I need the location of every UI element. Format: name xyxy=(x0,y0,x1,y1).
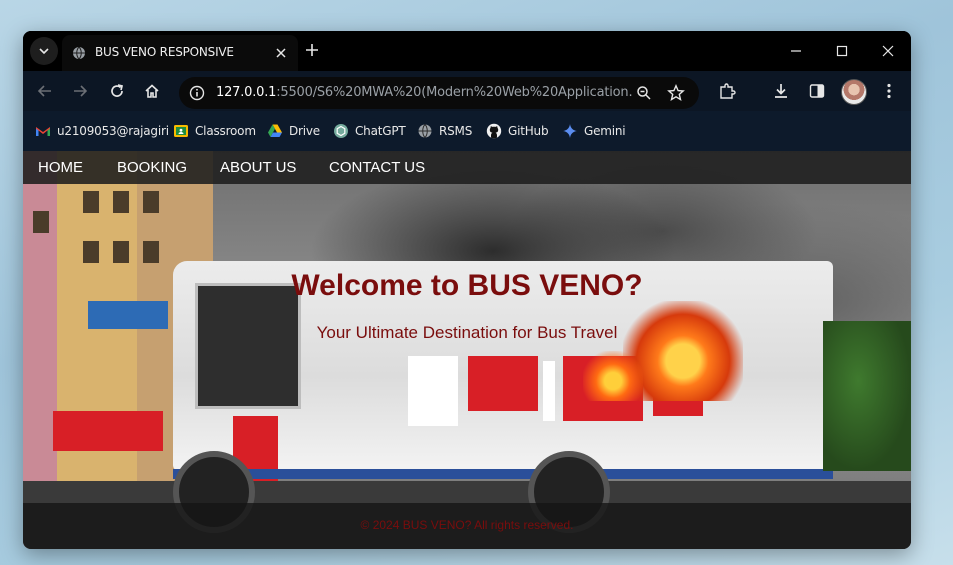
ad-panel xyxy=(53,411,163,451)
chevron-down-icon xyxy=(39,48,49,55)
puzzle-icon xyxy=(720,83,736,99)
info-icon[interactable] xyxy=(189,85,205,101)
extensions-button[interactable] xyxy=(717,81,737,101)
main-navigation: HOME BOOKING ABOUT US CONTACT US xyxy=(23,151,911,184)
bookmark-label: ChatGPT xyxy=(355,124,406,138)
home-icon xyxy=(145,84,159,98)
url-text[interactable]: 127.0.0.1:5500/S6%20MWA%20(Modern%20Web%… xyxy=(216,85,632,100)
nav-contact-us-link[interactable]: CONTACT US xyxy=(329,159,425,176)
bookmark-label: Drive xyxy=(289,124,320,138)
forward-button[interactable] xyxy=(70,81,90,101)
ad-panel xyxy=(468,356,538,411)
downloads-button[interactable] xyxy=(771,81,791,101)
menu-button[interactable] xyxy=(879,81,899,101)
web-page: HOME BOOKING ABOUT US CONTACT US Welcome… xyxy=(23,151,911,549)
close-icon xyxy=(882,45,894,57)
nav-home-link[interactable]: HOME xyxy=(38,159,83,176)
globe-icon xyxy=(418,124,432,138)
browser-toolbar: 127.0.0.1:5500/S6%20MWA%20(Modern%20Web%… xyxy=(23,71,911,111)
bookmark-gemini[interactable]: Gemini xyxy=(562,123,626,139)
page-footer: © 2024 BUS VENO? All rights reserved. xyxy=(23,503,911,549)
bookmark-label: GitHub xyxy=(508,124,549,138)
more-vertical-icon xyxy=(887,83,891,99)
arrow-left-icon xyxy=(37,85,51,97)
drive-icon xyxy=(268,124,282,137)
tree-graphic xyxy=(823,321,911,471)
home-button[interactable] xyxy=(142,81,162,101)
new-tab-icon[interactable] xyxy=(305,43,319,57)
chatgpt-icon xyxy=(334,124,348,138)
browser-window: BUS VENO RESPONSIVE 127.0.0.1:5500/S6%20… xyxy=(23,31,911,549)
hero-background-image xyxy=(23,151,911,549)
globe-icon xyxy=(73,46,85,60)
download-icon xyxy=(775,84,787,98)
ad-panel xyxy=(543,361,555,421)
nav-about-us-link[interactable]: ABOUT US xyxy=(220,159,296,176)
nav-booking-link[interactable]: BOOKING xyxy=(117,159,187,176)
footer-copyright: © 2024 BUS VENO? All rights reserved. xyxy=(360,518,574,532)
ad-panel xyxy=(408,356,458,426)
back-button[interactable] xyxy=(35,81,55,101)
bookmark-star-icon[interactable] xyxy=(667,84,685,102)
reload-icon xyxy=(111,84,124,97)
bookmark-rsms[interactable]: RSMS xyxy=(417,123,472,139)
bookmark-label: Gemini xyxy=(584,124,626,138)
classroom-icon xyxy=(174,125,188,137)
browser-tab[interactable]: BUS VENO RESPONSIVE xyxy=(62,35,298,71)
url-host: 127.0.0.1 xyxy=(216,85,277,100)
bookmarks-bar: u2109053@rajagiri Classroom Drive ChatGP… xyxy=(23,111,911,151)
arrow-right-icon xyxy=(74,85,88,97)
tab-strip: BUS VENO RESPONSIVE xyxy=(23,31,911,71)
bookmark-label: u2109053@rajagiri xyxy=(57,124,169,138)
fire-graphic xyxy=(583,351,643,401)
bookmark-chatgpt[interactable]: ChatGPT xyxy=(333,123,406,139)
side-panel-icon xyxy=(809,84,825,98)
hero-title: Welcome to BUS VENO? xyxy=(291,269,643,302)
maximize-button[interactable] xyxy=(819,31,865,71)
maximize-icon xyxy=(836,45,848,57)
gemini-icon xyxy=(563,124,577,138)
bookmark-classroom[interactable]: Classroom xyxy=(173,123,256,139)
close-icon[interactable] xyxy=(274,46,288,60)
minimize-icon xyxy=(791,50,801,52)
bookmark-gmail[interactable]: u2109053@rajagiri xyxy=(35,123,169,139)
bookmark-label: Classroom xyxy=(195,124,256,138)
zoom-icon[interactable] xyxy=(636,85,652,101)
profile-avatar[interactable] xyxy=(841,79,867,105)
bookmark-label: RSMS xyxy=(439,124,473,138)
reload-button[interactable] xyxy=(107,81,127,101)
tab-title: BUS VENO RESPONSIVE xyxy=(95,45,234,59)
bookmark-github[interactable]: GitHub xyxy=(486,123,549,139)
tab-search-button[interactable] xyxy=(30,37,58,65)
side-panel-button[interactable] xyxy=(807,81,827,101)
minimize-button[interactable] xyxy=(773,31,819,71)
bus-stripe-graphic xyxy=(173,469,833,479)
url-path: :5500/S6%20MWA%20(Modern%20Web%20Applica… xyxy=(276,85,632,100)
github-icon xyxy=(486,123,502,139)
gmail-icon xyxy=(36,127,50,136)
close-window-button[interactable] xyxy=(865,31,911,71)
bookmark-drive[interactable]: Drive xyxy=(267,123,320,139)
hero-subtitle: Your Ultimate Destination for Bus Travel xyxy=(316,323,618,342)
address-bar[interactable]: 127.0.0.1:5500/S6%20MWA%20(Modern%20Web%… xyxy=(179,77,699,109)
